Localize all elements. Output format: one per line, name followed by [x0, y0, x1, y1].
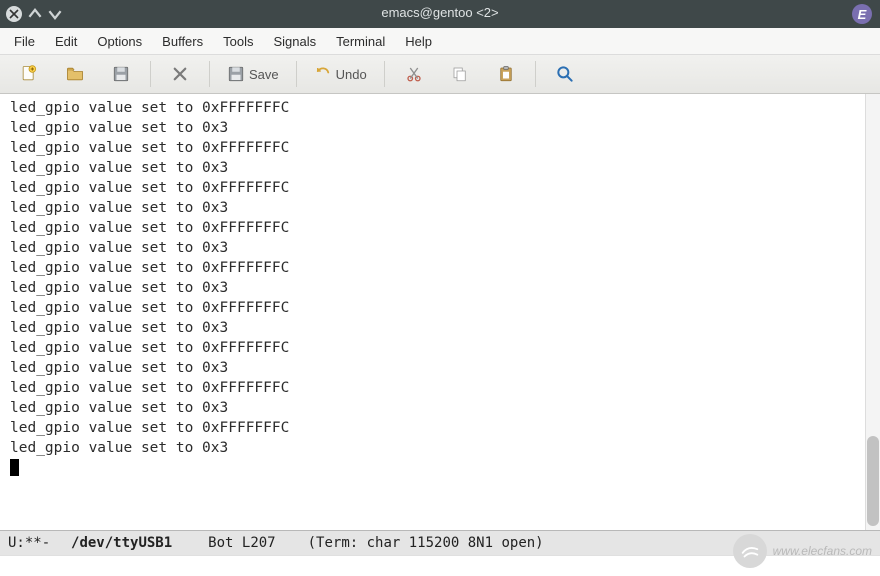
emacs-logo-icon: E: [852, 4, 872, 24]
minibuffer[interactable]: [0, 555, 880, 576]
terminal-buffer[interactable]: led_gpio value set to 0xFFFFFFFCled_gpio…: [0, 94, 865, 530]
terminal-line: led_gpio value set to 0x3: [10, 438, 865, 458]
diskette-icon[interactable]: [100, 59, 142, 89]
menu-buffers[interactable]: Buffers: [154, 31, 211, 52]
terminal-line: led_gpio value set to 0x3: [10, 158, 865, 178]
terminal-line: led_gpio value set to 0x3: [10, 358, 865, 378]
menu-help[interactable]: Help: [397, 31, 440, 52]
toolbar-separator: [296, 61, 297, 87]
menu-signals[interactable]: Signals: [265, 31, 324, 52]
terminal-line: led_gpio value set to 0x3: [10, 398, 865, 418]
menu-options[interactable]: Options: [89, 31, 150, 52]
terminal-line: led_gpio value set to 0x3: [10, 238, 865, 258]
undo-labeled-button[interactable]: Undo: [305, 59, 376, 89]
window-close-button[interactable]: [6, 6, 22, 22]
scrollbar[interactable]: [865, 94, 880, 530]
search-icon[interactable]: [544, 59, 586, 89]
cut-icon[interactable]: [393, 59, 435, 89]
save-labeled-button[interactable]: Save: [218, 59, 288, 89]
terminal-line: led_gpio value set to 0xFFFFFFFC: [10, 378, 865, 398]
workspace: led_gpio value set to 0xFFFFFFFCled_gpio…: [0, 94, 880, 530]
copy-icon[interactable]: [439, 59, 481, 89]
terminal-line: led_gpio value set to 0xFFFFFFFC: [10, 98, 865, 118]
toolbar-separator: [209, 61, 210, 87]
modeline-buffer-name: /dev/ttyUSB1: [71, 535, 172, 551]
toolbar-button-label: Undo: [336, 67, 367, 82]
terminal-line: led_gpio value set to 0x3: [10, 198, 865, 218]
terminal-line: led_gpio value set to 0xFFFFFFFC: [10, 258, 865, 278]
terminal-line: led_gpio value set to 0xFFFFFFFC: [10, 138, 865, 158]
terminal-line: led_gpio value set to 0x3: [10, 118, 865, 138]
terminal-line: led_gpio value set to 0xFFFFFFFC: [10, 178, 865, 198]
menu-file[interactable]: File: [6, 31, 43, 52]
window-title: emacs@gentoo <2>: [381, 5, 498, 20]
menubar: FileEditOptionsBuffersToolsSignalsTermin…: [0, 28, 880, 55]
window-up-button[interactable]: [28, 7, 42, 21]
window-down-button[interactable]: [48, 7, 62, 21]
terminal-line: led_gpio value set to 0x3: [10, 318, 865, 338]
menu-tools[interactable]: Tools: [215, 31, 261, 52]
terminal-line: led_gpio value set to 0xFFFFFFFC: [10, 418, 865, 438]
menu-terminal[interactable]: Terminal: [328, 31, 393, 52]
titlebar: emacs@gentoo <2> E: [0, 0, 880, 28]
toolbar: Save Undo: [0, 55, 880, 94]
toolbar-button-label: Save: [249, 67, 279, 82]
terminal-line: led_gpio value set to 0xFFFFFFFC: [10, 338, 865, 358]
toolbar-separator: [150, 61, 151, 87]
modeline-position: Bot L207: [208, 535, 275, 551]
close-x-icon[interactable]: [159, 59, 201, 89]
paste-icon[interactable]: [485, 59, 527, 89]
toolbar-separator: [535, 61, 536, 87]
modeline-mode: (Term: char 115200 8N1 open): [308, 535, 544, 551]
modeline-flags: U:**-: [8, 535, 50, 551]
toolbar-separator: [384, 61, 385, 87]
terminal-line: led_gpio value set to 0xFFFFFFFC: [10, 218, 865, 238]
cursor: [10, 459, 19, 476]
menu-edit[interactable]: Edit: [47, 31, 85, 52]
scroll-thumb[interactable]: [867, 436, 879, 526]
terminal-cursor-line: [10, 458, 865, 478]
terminal-line: led_gpio value set to 0xFFFFFFFC: [10, 298, 865, 318]
open-folder-icon[interactable]: [54, 59, 96, 89]
new-file-icon[interactable]: [8, 59, 50, 89]
modeline[interactable]: U:**- /dev/ttyUSB1 Bot L207 (Term: char …: [0, 530, 880, 555]
terminal-line: led_gpio value set to 0x3: [10, 278, 865, 298]
